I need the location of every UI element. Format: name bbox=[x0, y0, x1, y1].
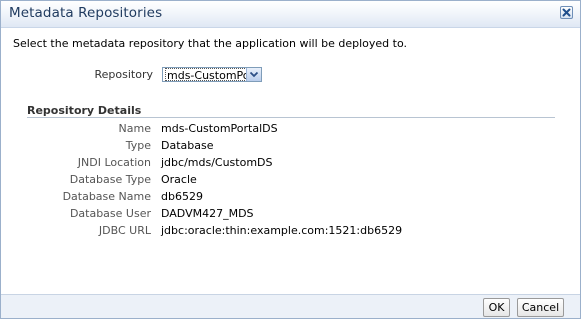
repository-details-heading: Repository Details bbox=[27, 104, 142, 117]
repository-details: Name mds-CustomPortalDS Type Database JN… bbox=[1, 122, 580, 241]
cancel-button[interactable]: Cancel bbox=[517, 298, 564, 317]
dialog-footer: OK Cancel bbox=[1, 294, 580, 318]
detail-value: Database bbox=[161, 139, 214, 152]
detail-row-database-user: Database User DADVM427_MDS bbox=[1, 207, 580, 224]
detail-value: DADVM427_MDS bbox=[161, 207, 254, 220]
detail-label: Type bbox=[125, 139, 151, 152]
repository-row: Repository mds-CustomPor bbox=[1, 67, 580, 83]
detail-value: jdbc/mds/CustomDS bbox=[161, 156, 273, 169]
detail-label: JNDI Location bbox=[77, 156, 151, 169]
detail-label: Database Type bbox=[69, 173, 151, 186]
metadata-repositories-dialog: Metadata Repositories Select the metadat… bbox=[0, 0, 581, 319]
repository-label: Repository bbox=[94, 68, 154, 81]
detail-label: Database Name bbox=[62, 190, 151, 203]
detail-row-name: Name mds-CustomPortalDS bbox=[1, 122, 580, 139]
detail-value: db6529 bbox=[161, 190, 203, 203]
detail-row-jndi-location: JNDI Location jdbc/mds/CustomDS bbox=[1, 156, 580, 173]
detail-label: Name bbox=[118, 122, 151, 135]
dialog-title: Metadata Repositories bbox=[9, 5, 163, 21]
instruction-text: Select the metadata repository that the … bbox=[13, 37, 407, 50]
detail-row-type: Type Database bbox=[1, 139, 580, 156]
repository-select-value[interactable]: mds-CustomPor bbox=[165, 68, 247, 81]
dialog-titlebar[interactable]: Metadata Repositories bbox=[1, 1, 580, 28]
detail-row-jdbc-url: JDBC URL jdbc:oracle:thin:example.com:15… bbox=[1, 224, 580, 241]
section-divider bbox=[27, 117, 555, 118]
detail-value: Oracle bbox=[161, 173, 197, 186]
chevron-down-icon[interactable] bbox=[246, 68, 261, 81]
detail-label: Database User bbox=[69, 207, 151, 220]
detail-row-database-type: Database Type Oracle bbox=[1, 173, 580, 190]
repository-select[interactable]: mds-CustomPor bbox=[162, 67, 262, 82]
detail-value: mds-CustomPortalDS bbox=[161, 122, 278, 135]
detail-value: jdbc:oracle:thin:example.com:1521:db6529 bbox=[161, 224, 403, 237]
detail-label: JDBC URL bbox=[98, 224, 151, 237]
ok-button[interactable]: OK bbox=[483, 298, 510, 317]
detail-row-database-name: Database Name db6529 bbox=[1, 190, 580, 207]
close-icon[interactable] bbox=[560, 6, 573, 19]
